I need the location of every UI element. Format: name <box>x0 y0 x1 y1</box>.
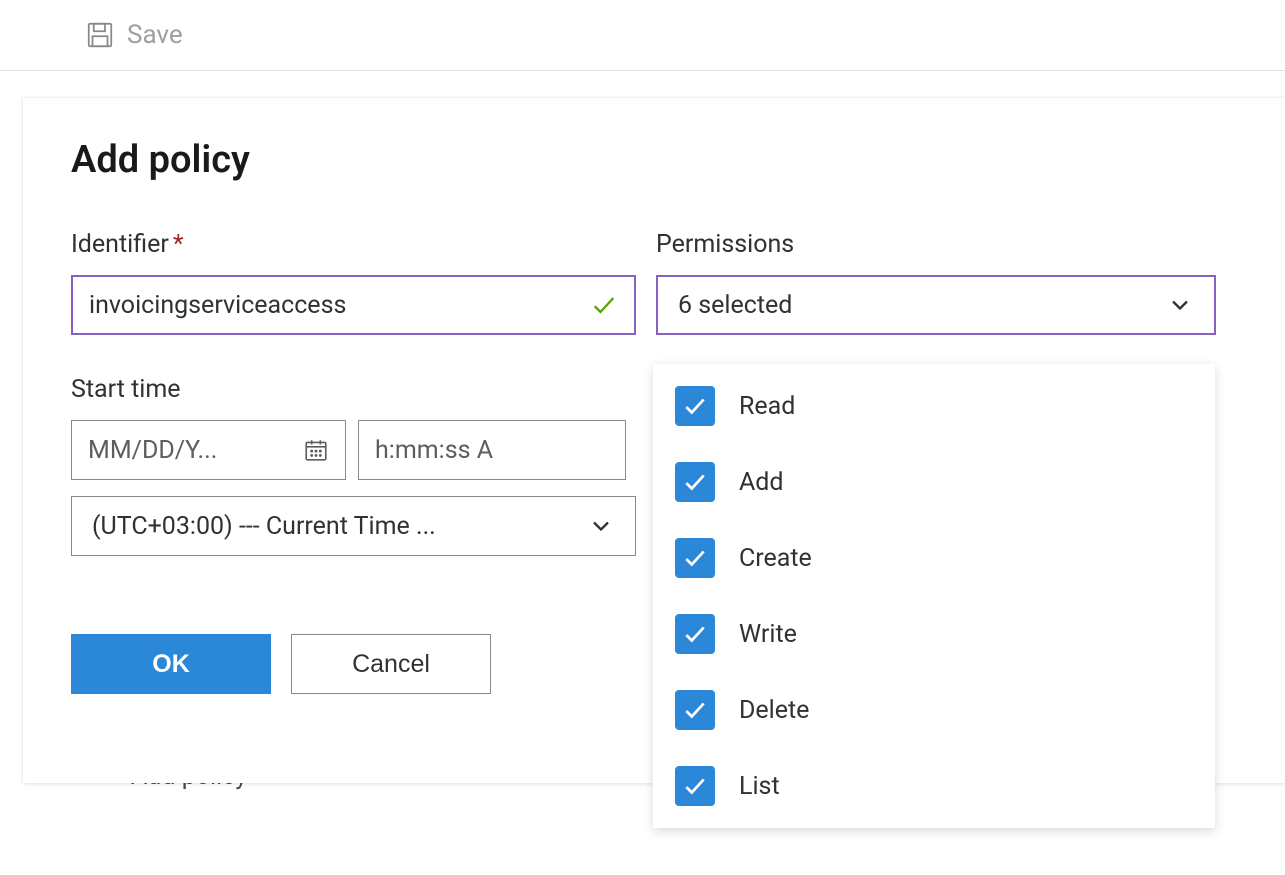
check-icon <box>590 291 618 319</box>
permissions-select[interactable]: 6 selected <box>656 275 1216 335</box>
start-time-label: Start time <box>71 375 636 404</box>
checkbox-checked-icon[interactable] <box>675 614 715 654</box>
permissions-dropdown-panel: Read Add Create Write Delete List <box>653 364 1215 828</box>
calendar-icon <box>303 437 329 463</box>
checkbox-checked-icon[interactable] <box>675 386 715 426</box>
chevron-down-icon <box>1166 291 1194 319</box>
permission-option[interactable]: Add <box>653 444 1215 520</box>
checkbox-checked-icon[interactable] <box>675 462 715 502</box>
save-icon[interactable] <box>85 20 115 50</box>
permission-label: Read <box>739 392 795 421</box>
permission-option[interactable]: Delete <box>653 672 1215 748</box>
identifier-input-wrapper <box>71 275 636 335</box>
identifier-label: Identifier* <box>71 230 636 259</box>
permissions-label: Permissions <box>656 230 1216 259</box>
start-time-input[interactable]: h:mm:ss A <box>358 420 626 480</box>
permission-option[interactable]: Create <box>653 520 1215 596</box>
required-star: * <box>173 230 184 259</box>
permission-option[interactable]: Write <box>653 596 1215 672</box>
start-date-input[interactable]: MM/DD/Y... <box>71 420 346 480</box>
permission-label: Delete <box>739 696 809 725</box>
checkbox-checked-icon[interactable] <box>675 690 715 730</box>
timezone-value: (UTC+03:00) --- Current Time ... <box>92 512 436 541</box>
permission-option[interactable]: Read <box>653 368 1215 444</box>
checkbox-checked-icon[interactable] <box>675 766 715 806</box>
permission-option[interactable]: List <box>653 748 1215 824</box>
save-button-label[interactable]: Save <box>127 20 183 50</box>
identifier-input[interactable] <box>89 291 590 320</box>
cancel-button[interactable]: Cancel <box>291 634 491 694</box>
permissions-selected-text: 6 selected <box>678 291 792 320</box>
ok-button[interactable]: OK <box>71 634 271 694</box>
panel-title: Add policy <box>71 138 1237 182</box>
permission-label: Create <box>739 544 812 573</box>
start-time-placeholder: h:mm:ss A <box>375 436 493 465</box>
identifier-label-text: Identifier <box>71 230 169 259</box>
start-date-placeholder: MM/DD/Y... <box>88 436 217 465</box>
permission-label: Add <box>739 468 784 497</box>
checkbox-checked-icon[interactable] <box>675 538 715 578</box>
chevron-down-icon <box>587 512 615 540</box>
left-column: Identifier* Start time MM/DD/Y... <box>71 230 636 694</box>
timezone-select[interactable]: (UTC+03:00) --- Current Time ... <box>71 496 636 556</box>
permission-label: List <box>739 772 780 801</box>
top-toolbar: Save <box>0 0 1285 71</box>
permission-label: Write <box>739 620 797 649</box>
